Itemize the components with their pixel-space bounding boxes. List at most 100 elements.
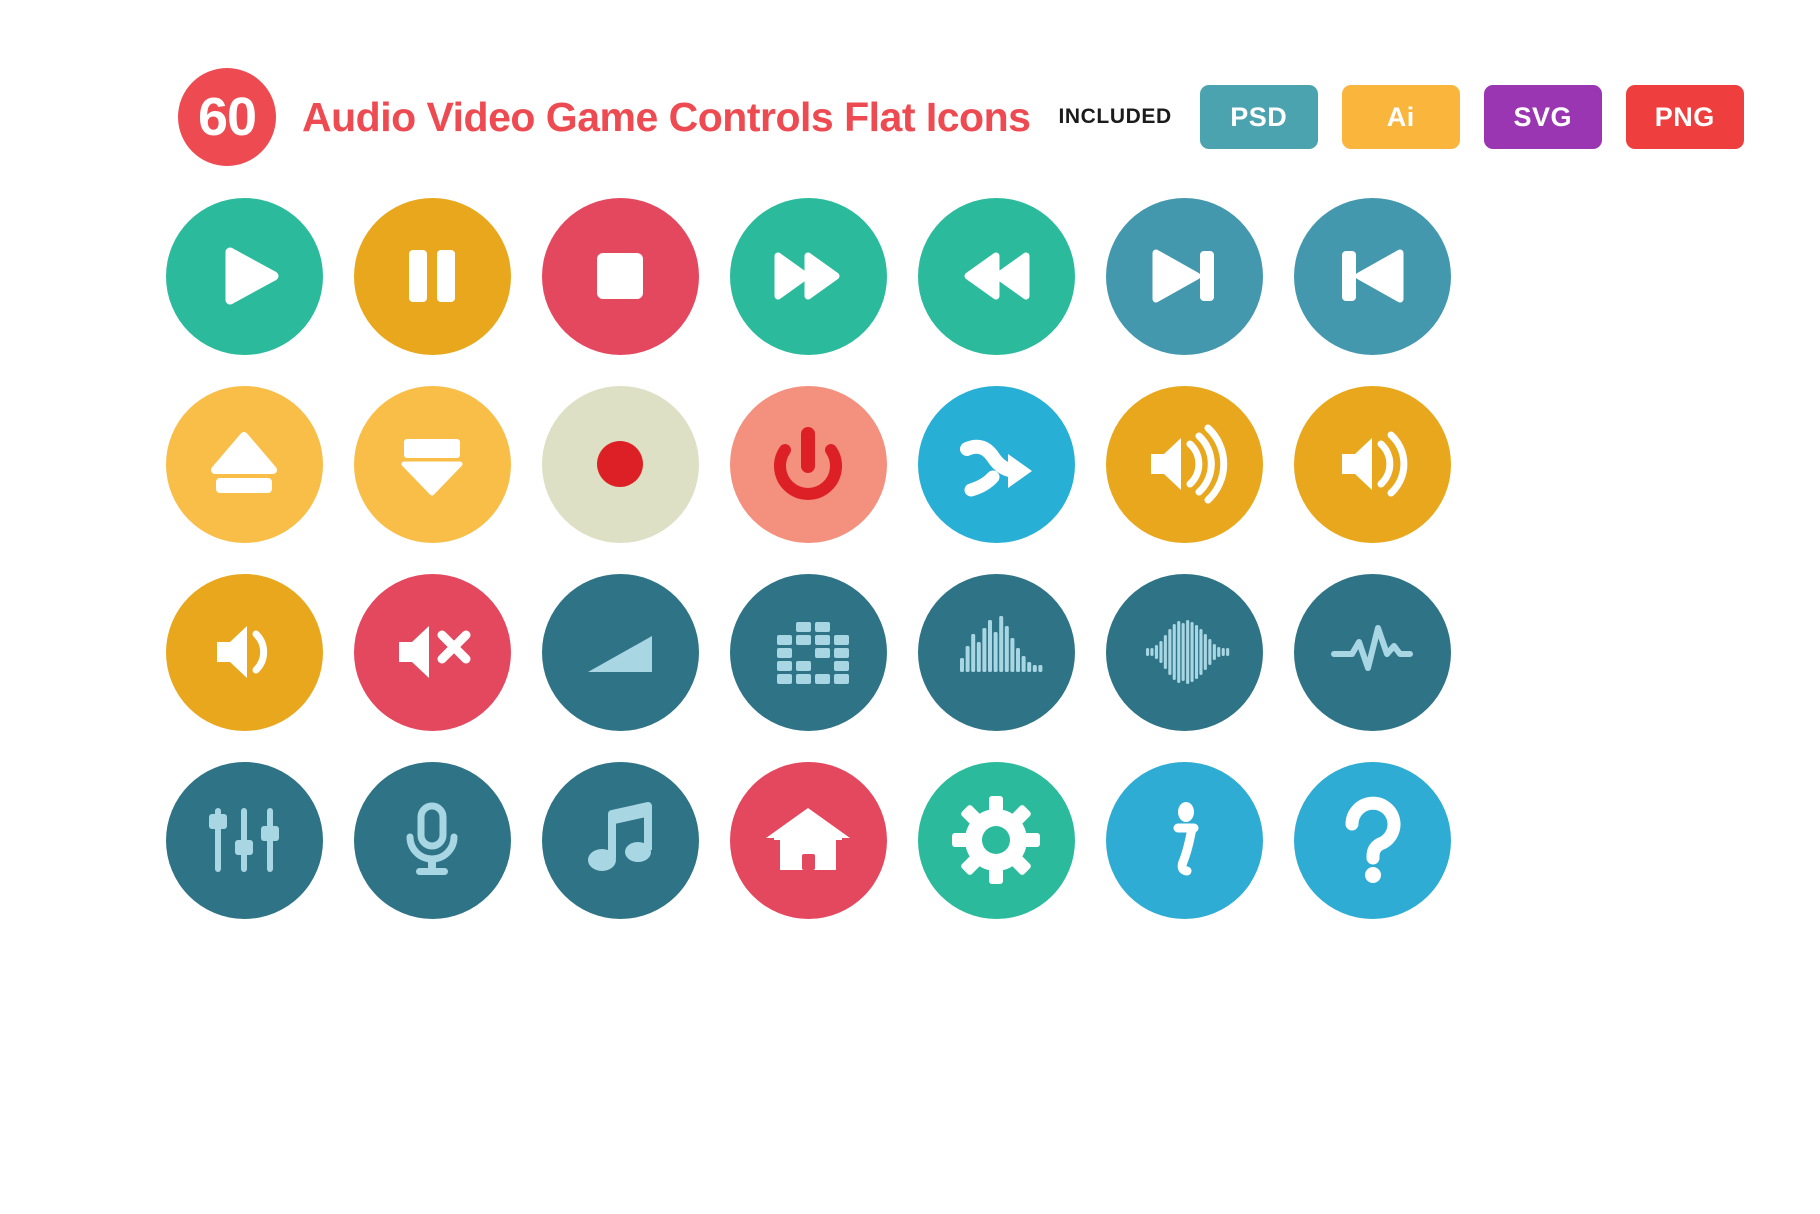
play-button[interactable] (165, 197, 323, 355)
icon-count-label: 60 (197, 87, 257, 147)
header: 60 Audio Video Game Controls Flat Icons … (178, 68, 1744, 166)
icon-cell (714, 182, 902, 370)
power-icon (774, 427, 842, 500)
next-track-button[interactable] (1105, 197, 1263, 355)
icon-cell (714, 558, 902, 746)
home-icon (766, 808, 850, 870)
mixer-sliders-icon (209, 808, 279, 872)
icon-cell (150, 558, 338, 746)
format-badge-list: PSD Ai SVG PNG (1199, 85, 1744, 149)
icon-cell (1278, 182, 1466, 370)
icon-cell (338, 746, 526, 934)
format-badge-svg[interactable]: SVG (1483, 85, 1602, 149)
format-badge-png-label: PNG (1654, 101, 1715, 132)
icon-cell (150, 370, 338, 558)
fast-forward-button[interactable] (729, 197, 887, 355)
icon-cell (902, 370, 1090, 558)
download-button[interactable] (353, 385, 511, 543)
icon-cell (338, 182, 526, 370)
volume-mute-button[interactable] (353, 573, 511, 731)
help-icon (1345, 796, 1401, 883)
record-button[interactable] (541, 385, 699, 543)
music-note-button[interactable] (541, 761, 699, 919)
icon-cell (1278, 558, 1466, 746)
sound-wave-icon (1146, 620, 1230, 684)
volume-high-button[interactable] (1105, 385, 1263, 543)
volume-low-icon (217, 626, 268, 678)
audio-levels-icon (960, 616, 1043, 672)
icon-cell (526, 746, 714, 934)
fade-in-button[interactable] (541, 573, 699, 731)
icon-cell (338, 558, 526, 746)
icon-cell (526, 558, 714, 746)
icon-cell (714, 746, 902, 934)
page-title: Audio Video Game Controls Flat Icons (302, 93, 1031, 140)
sound-wave-button[interactable] (1105, 573, 1263, 731)
previous-track-icon (1342, 249, 1404, 303)
icon-cell (1090, 558, 1278, 746)
format-badge-svg-label: SVG (1513, 101, 1573, 132)
download-icon (401, 439, 463, 496)
pause-button[interactable] (353, 197, 511, 355)
info-icon (1173, 802, 1199, 876)
settings-gear-icon (952, 796, 1040, 884)
volume-high-icon (1151, 424, 1228, 504)
fade-in-icon (588, 636, 652, 672)
help-button[interactable] (1293, 761, 1451, 919)
music-note-icon (588, 802, 652, 871)
icon-cell (1278, 746, 1466, 934)
included-label: INCLUDED (1058, 105, 1172, 128)
home-button[interactable] (729, 761, 887, 919)
microphone-button[interactable] (353, 761, 511, 919)
record-icon (597, 441, 643, 487)
format-badge-psd[interactable]: PSD (1199, 85, 1318, 149)
shuffle-icon (960, 439, 1032, 497)
icon-grid (150, 182, 1466, 934)
icon-cell (902, 182, 1090, 370)
settings-gear-button[interactable] (917, 761, 1075, 919)
equalizer-icon (777, 622, 849, 684)
mixer-sliders-button[interactable] (165, 761, 323, 919)
equalizer-button[interactable] (729, 573, 887, 731)
format-badge-ai[interactable]: Ai (1341, 85, 1460, 149)
rewind-icon (964, 252, 1030, 300)
info-button[interactable] (1105, 761, 1263, 919)
icon-count-badge: 60 (178, 68, 276, 166)
icon-cell (902, 746, 1090, 934)
eject-icon (211, 432, 277, 493)
icon-cell (150, 182, 338, 370)
fast-forward-icon (774, 252, 840, 300)
icon-cell (526, 370, 714, 558)
pulse-wave-icon (1331, 625, 1413, 671)
audio-levels-button[interactable] (917, 573, 1075, 731)
stop-icon (597, 253, 643, 299)
shuffle-button[interactable] (917, 385, 1075, 543)
format-badge-png[interactable]: PNG (1625, 85, 1744, 149)
format-badge-ai-label: Ai (1386, 101, 1415, 132)
volume-low-button[interactable] (165, 573, 323, 731)
icon-cell (338, 370, 526, 558)
rewind-button[interactable] (917, 197, 1075, 355)
icon-cell (1090, 370, 1278, 558)
icon-cell (1090, 746, 1278, 934)
previous-track-button[interactable] (1293, 197, 1451, 355)
icon-cell (902, 558, 1090, 746)
format-badge-psd-label: PSD (1230, 101, 1288, 132)
microphone-icon (406, 802, 458, 875)
pulse-wave-button[interactable] (1293, 573, 1451, 731)
icon-cell (526, 182, 714, 370)
volume-mute-icon (399, 626, 471, 678)
icon-cell (1278, 370, 1466, 558)
icon-cell (714, 370, 902, 558)
stop-button[interactable] (541, 197, 699, 355)
play-icon (225, 247, 279, 305)
next-track-icon (1152, 249, 1214, 303)
icon-cell (150, 746, 338, 934)
icon-set-page: 60 Audio Video Game Controls Flat Icons … (0, 0, 1820, 1214)
icon-cell (1090, 182, 1278, 370)
pause-icon (409, 250, 455, 302)
power-button[interactable] (729, 385, 887, 543)
eject-button[interactable] (165, 385, 323, 543)
volume-medium-icon (1342, 431, 1408, 497)
volume-medium-button[interactable] (1293, 385, 1451, 543)
